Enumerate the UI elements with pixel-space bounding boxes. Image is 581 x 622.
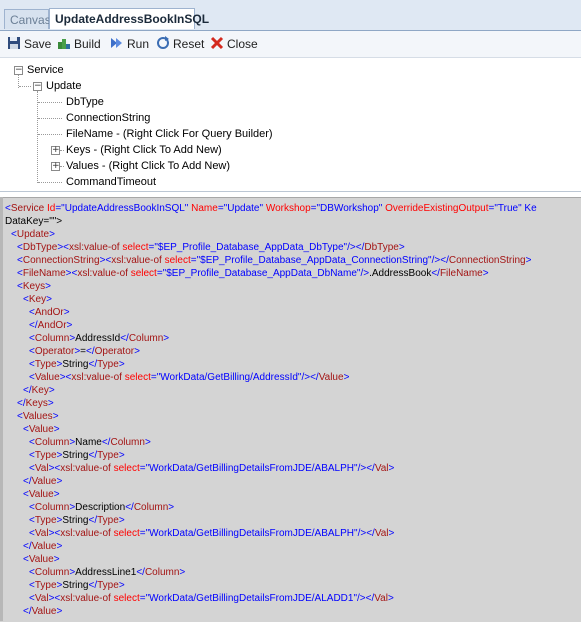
tree-node-commandtimeout[interactable]: CommandTimeout xyxy=(66,174,156,190)
xml-line: <Value> xyxy=(23,489,60,500)
save-label: Save xyxy=(24,37,52,51)
expand-values-icon[interactable]: + xyxy=(51,162,60,171)
xml-line: <Value> xyxy=(23,554,60,565)
tree-node-connectionstring[interactable]: ConnectionString xyxy=(66,110,150,126)
document-tab-bar: Canvas UpdateAddressBookInSQL xyxy=(0,0,581,31)
xml-line: DataKey=""> xyxy=(5,216,63,227)
xml-line: <Operator>=</Operator> xyxy=(29,346,140,357)
tree-node-dbtype[interactable]: DbType xyxy=(66,94,104,110)
xml-line: </Value> xyxy=(23,606,63,617)
build-label: Build xyxy=(74,37,101,51)
xml-line: <Type>String</Type> xyxy=(29,580,125,591)
tree-connector xyxy=(60,150,64,151)
xml-line: <AndOr> xyxy=(29,307,70,318)
xml-line: <Key> xyxy=(23,294,52,305)
xml-line: <Values> xyxy=(17,411,59,422)
xml-line: </Value> xyxy=(23,541,63,552)
reset-button[interactable]: Reset xyxy=(156,36,204,52)
tab-canvas[interactable]: Canvas xyxy=(4,9,51,29)
xml-line: <Val><xsl:value-of select="WorkData/GetB… xyxy=(29,528,395,539)
floppy-disk-icon xyxy=(8,37,20,49)
xml-line: <Column>Description</Column> xyxy=(29,502,175,513)
xml-line: <Value> xyxy=(23,424,60,435)
tab-update-address-book-in-sql[interactable]: UpdateAddressBookInSQL xyxy=(49,8,209,29)
xml-line: <Column>Name</Column> xyxy=(29,437,151,448)
tree-connector xyxy=(19,86,31,87)
tree-connector xyxy=(37,91,38,183)
xml-line: </Key> xyxy=(23,385,55,396)
xml-line: </Value> xyxy=(23,476,63,487)
xml-line: <Service Id="UpdateAddressBookInSQL" Nam… xyxy=(5,203,537,214)
xml-source-pane[interactable]: <Service Id="UpdateAddressBookInSQL" Nam… xyxy=(0,197,581,622)
xml-line: <ConnectionString><xsl:value-of select="… xyxy=(17,255,532,266)
tree-connector xyxy=(60,166,64,167)
toolbar: Save Build Run Reset Close xyxy=(0,31,581,58)
tree-node-filename[interactable]: FileName - (Right Click For Query Builde… xyxy=(66,126,273,142)
xml-line: <Val><xsl:value-of select="WorkData/GetB… xyxy=(29,593,394,604)
run-icon xyxy=(111,38,122,48)
service-tree: − Service − Update DbType ConnectionStri… xyxy=(0,58,581,192)
reset-label: Reset xyxy=(173,37,205,51)
xml-line: </Keys> xyxy=(17,398,54,409)
close-icon xyxy=(210,36,224,50)
xml-line: <Keys> xyxy=(17,281,51,292)
tree-node-update[interactable]: Update xyxy=(46,78,81,94)
xml-line: <Value><xsl:value-of select="WorkData/Ge… xyxy=(29,372,350,383)
run-button[interactable]: Run xyxy=(110,36,149,52)
xml-line: </AndOr> xyxy=(29,320,73,331)
tree-connector xyxy=(38,118,62,119)
build-button[interactable]: Build xyxy=(57,36,101,52)
run-label: Run xyxy=(127,37,150,51)
reset-icon xyxy=(157,36,169,49)
xml-line: <Type>String</Type> xyxy=(29,359,125,370)
tree-node-values[interactable]: Values - (Right Click To Add New) xyxy=(66,158,230,174)
collapse-service-icon[interactable]: − xyxy=(14,66,23,75)
tree-connector xyxy=(38,102,62,103)
xml-line: <Val><xsl:value-of select="WorkData/GetB… xyxy=(29,463,395,474)
xml-line: <DbType><xsl:value-of select="$EP_Profil… xyxy=(17,242,405,253)
xml-line: <Column>AddressId</Column> xyxy=(29,333,170,344)
collapse-update-icon[interactable]: − xyxy=(33,82,42,91)
close-label: Close xyxy=(227,37,258,51)
tree-node-service[interactable]: Service xyxy=(27,62,64,78)
xml-line: <FileName><xsl:value-of select="$EP_Prof… xyxy=(17,268,489,279)
xml-line: <Type>String</Type> xyxy=(29,515,125,526)
build-icon xyxy=(58,39,70,49)
xml-line: <Update> xyxy=(11,229,55,240)
tree-connector xyxy=(38,134,62,135)
close-button[interactable]: Close xyxy=(210,36,258,52)
xml-line: <Column>AddressLine1</Column> xyxy=(29,567,186,578)
tree-node-keys[interactable]: Keys - (Right Click To Add New) xyxy=(66,142,222,158)
tree-connector xyxy=(38,182,62,183)
xml-line: <Type>String</Type> xyxy=(29,450,125,461)
expand-keys-icon[interactable]: + xyxy=(51,146,60,155)
save-button[interactable]: Save xyxy=(7,36,51,52)
xml-pane-left-edge xyxy=(0,197,3,621)
